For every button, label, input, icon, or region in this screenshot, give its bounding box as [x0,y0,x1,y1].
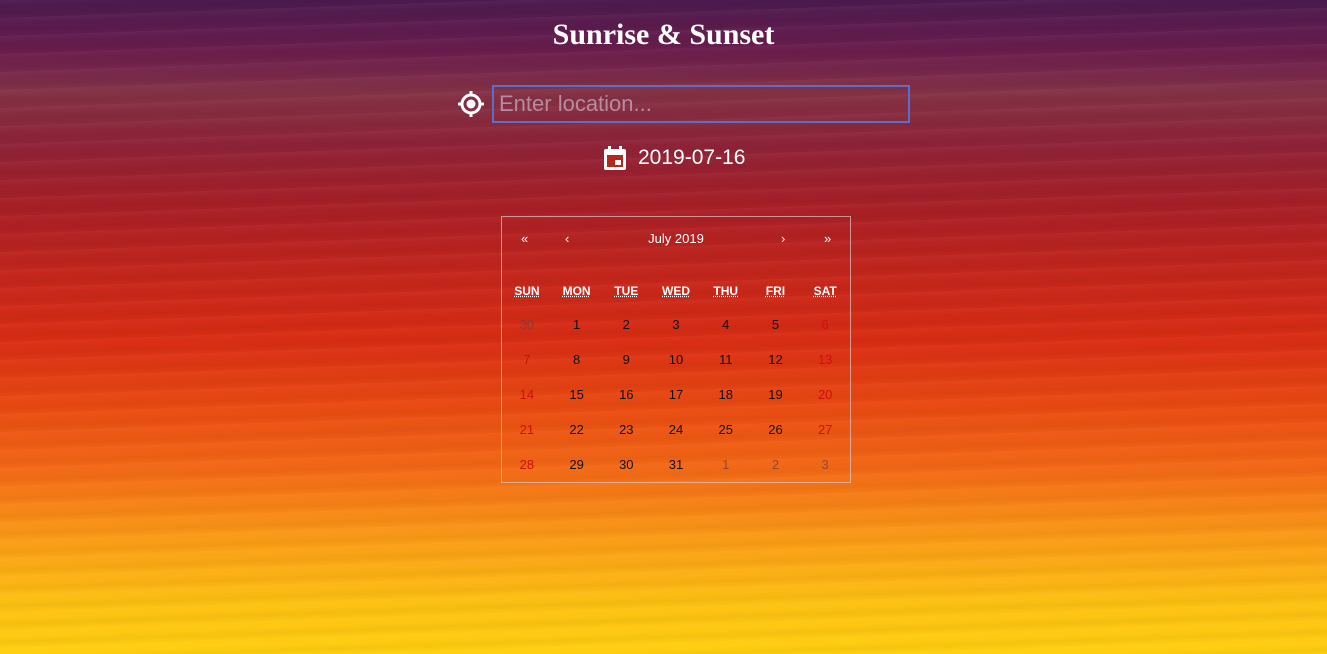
calendar-day[interactable]: 13 [800,352,850,367]
calendar-day[interactable]: 6 [800,317,850,332]
calendar-day[interactable]: 7 [502,352,552,367]
calendar-day[interactable]: 27 [800,422,850,437]
calendar-month-label[interactable]: July 2019 [502,231,850,246]
calendar-day[interactable]: 15 [552,387,602,402]
calendar-day[interactable]: 3 [651,317,701,332]
date-picker-toggle[interactable]: 2019-07-16 [602,144,745,172]
weekday-fri: FRI [765,284,786,298]
weekday-mon: MON [562,284,591,298]
calendar-day[interactable]: 19 [751,387,801,402]
calendar-day[interactable]: 2 [751,457,801,472]
calendar-week: 28 29 30 31 1 2 3 [502,457,850,472]
calendar-day[interactable]: 12 [751,352,801,367]
calendar-day[interactable]: 20 [800,387,850,402]
weekday-sun: SUN [514,284,540,298]
location-input[interactable] [492,84,910,123]
calendar-day[interactable]: 8 [552,352,602,367]
calendar-day[interactable]: 25 [701,422,751,437]
calendar-day[interactable]: 30 [601,457,651,472]
calendar-day[interactable]: 2 [601,317,651,332]
calendar-day[interactable]: 5 [751,317,801,332]
calendar-day[interactable]: 17 [651,387,701,402]
calendar-day[interactable]: 30 [502,317,552,332]
calendar-day[interactable]: 21 [502,422,552,437]
calendar-day[interactable]: 26 [751,422,801,437]
page-title: Sunrise & Sunset [552,18,775,51]
calendar-day[interactable]: 14 [502,387,552,402]
weekday-sat: SAT [813,284,837,298]
calendar-day[interactable]: 31 [651,457,701,472]
calendar-week: 14 15 16 17 18 19 20 [502,387,850,402]
calendar-day[interactable]: 22 [552,422,602,437]
weekday-tue: TUE [614,284,639,298]
next-year-button[interactable]: » [824,231,831,246]
calendar-day[interactable]: 28 [502,457,552,472]
calendar-icon[interactable] [602,145,628,171]
calendar-day[interactable]: 1 [552,317,602,332]
calendar-day[interactable]: 3 [800,457,850,472]
calendar-week: 7 8 9 10 11 12 13 [502,352,850,367]
calendar-day-selected[interactable]: 16 [601,387,651,402]
calendar-day[interactable]: 9 [601,352,651,367]
location-row [456,83,910,124]
calendar-day[interactable]: 11 [701,352,751,367]
selected-date[interactable]: 2019-07-16 [638,146,745,170]
calendar-week: 30 1 2 3 4 5 6 [502,317,850,332]
calendar-widget: « ‹ July 2019 › » SUN MON TUE WED THU FR… [501,216,851,483]
calendar-day[interactable]: 24 [651,422,701,437]
weekday-header: SUN MON TUE WED THU FRI SAT [502,284,850,298]
calendar-day[interactable]: 29 [552,457,602,472]
calendar-day[interactable]: 10 [651,352,701,367]
weekday-wed: WED [662,284,691,298]
calendar-day[interactable]: 4 [701,317,751,332]
weekday-thu: THU [713,284,739,298]
calendar-day[interactable]: 23 [601,422,651,437]
calendar-day[interactable]: 1 [701,457,751,472]
locate-icon[interactable] [456,89,486,119]
calendar-week: 21 22 23 24 25 26 27 [502,422,850,437]
next-month-button[interactable]: › [781,231,785,246]
calendar-day[interactable]: 18 [701,387,751,402]
